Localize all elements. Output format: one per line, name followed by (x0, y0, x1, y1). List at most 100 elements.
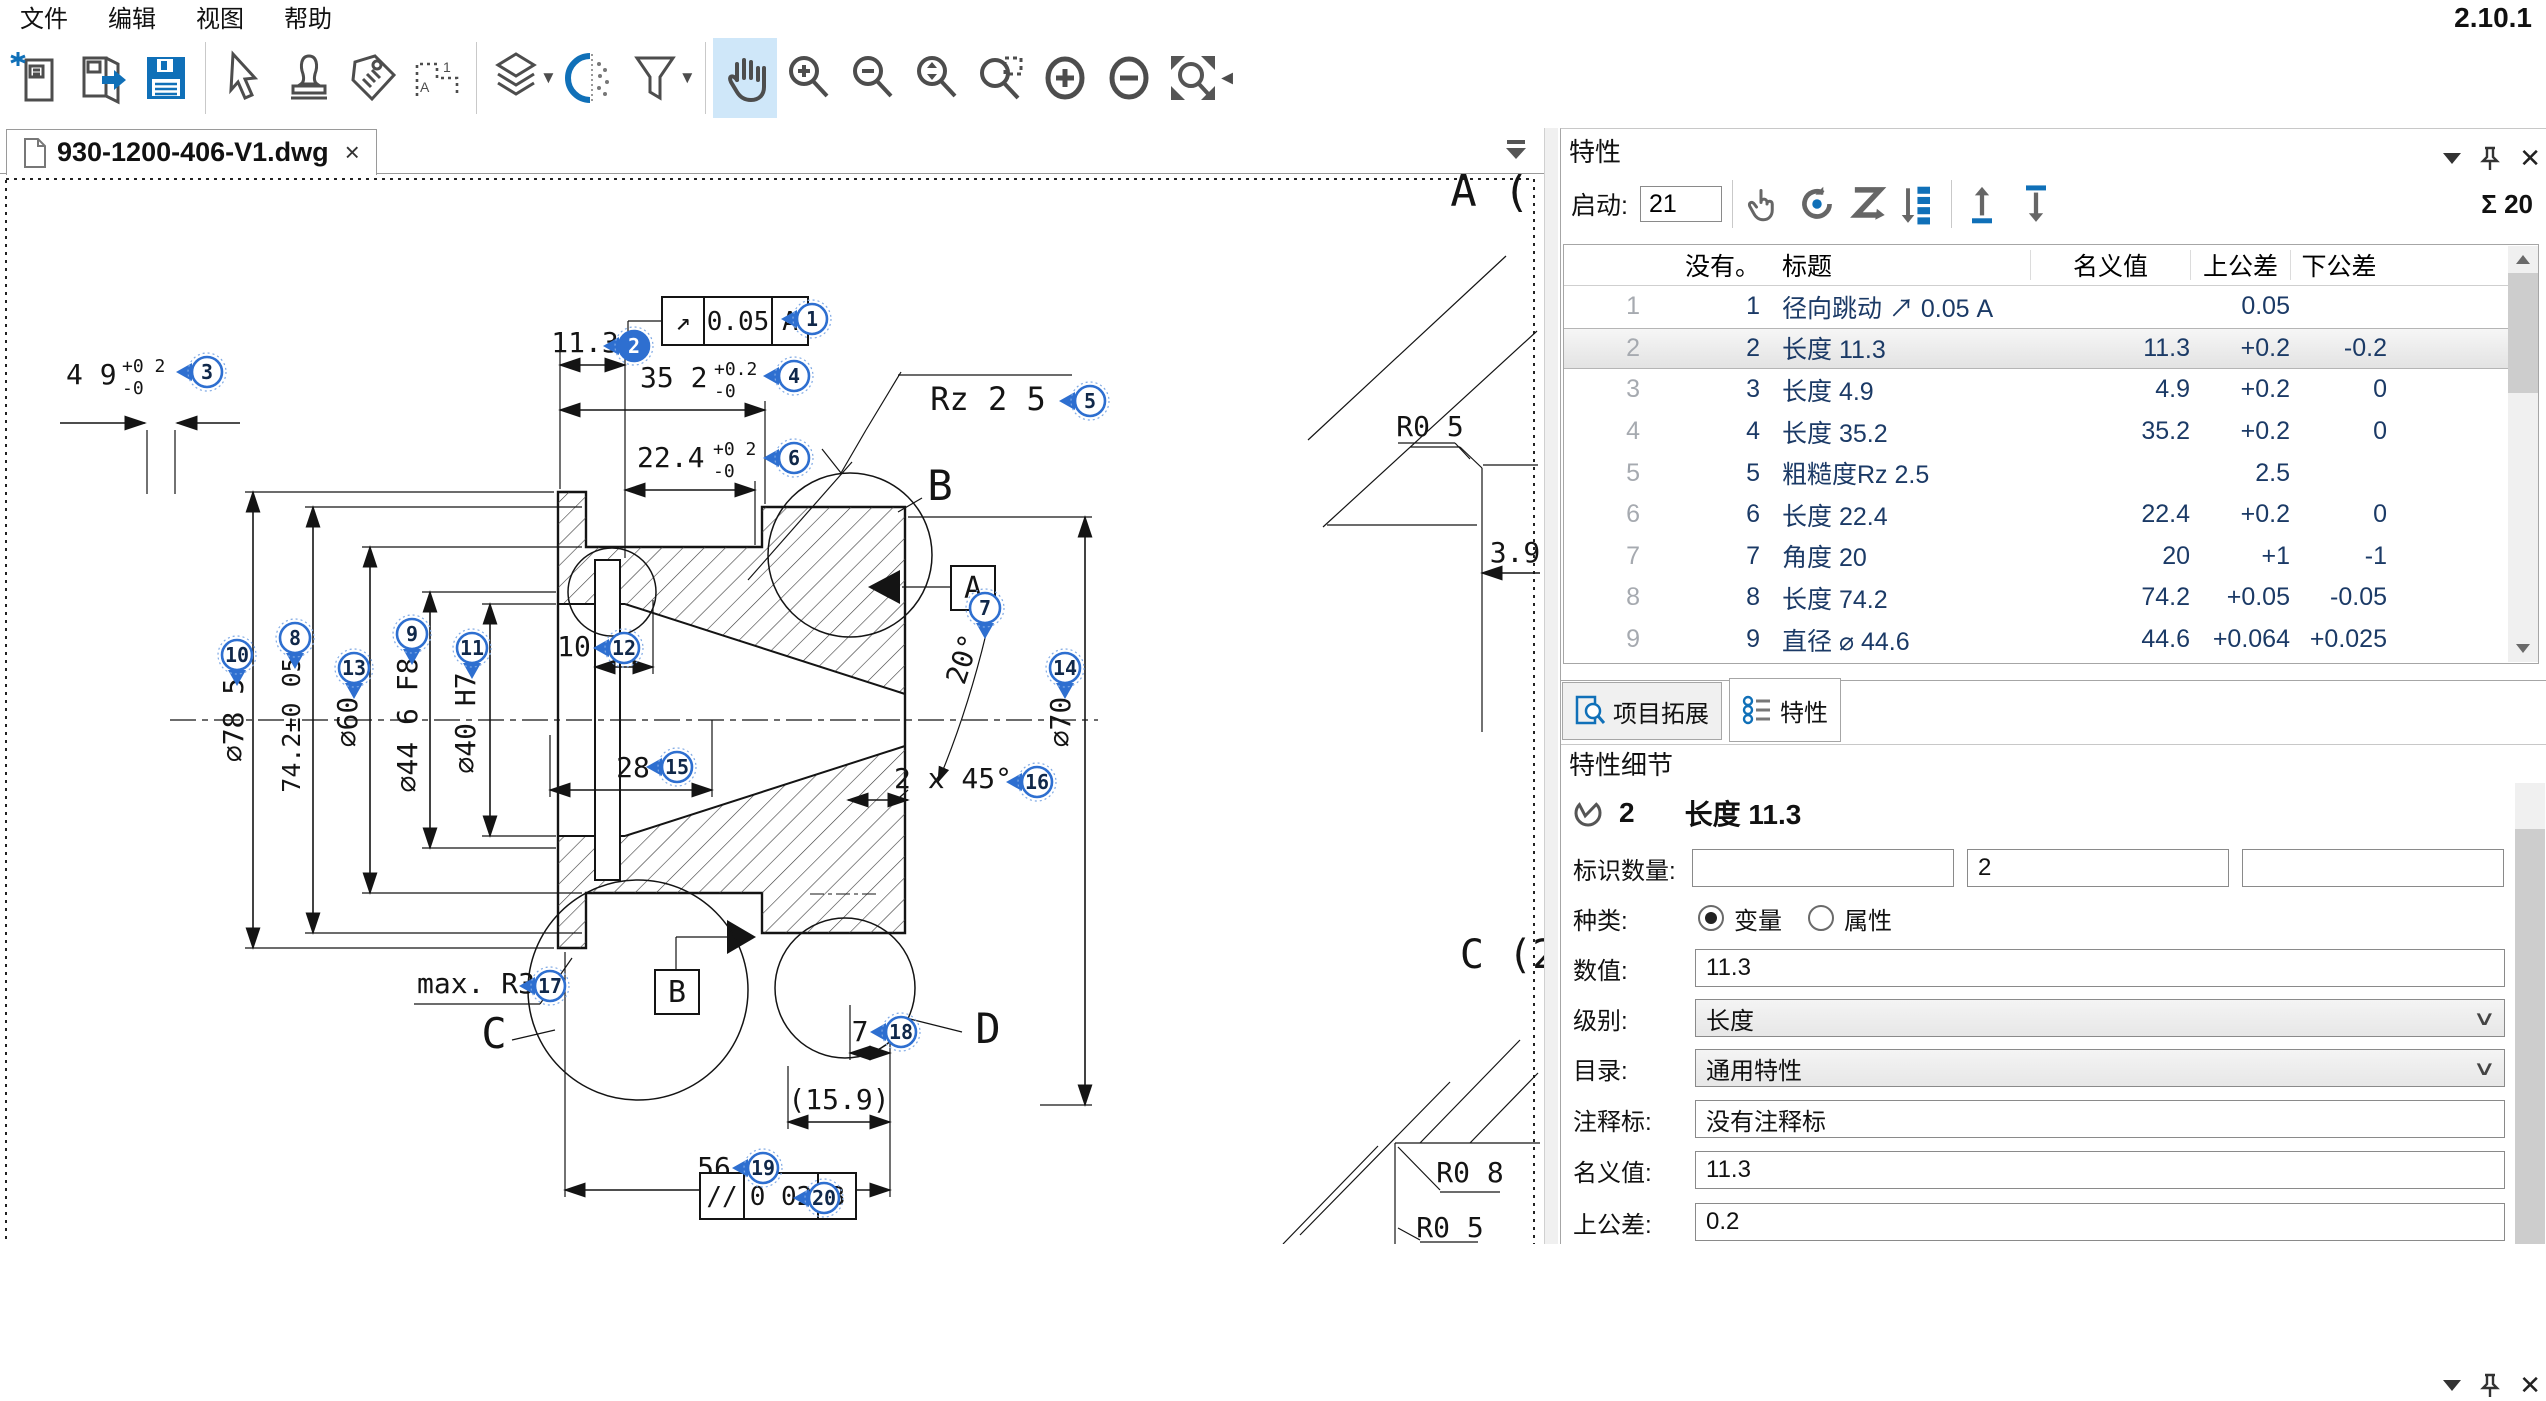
dimension-text[interactable]: C (2 (1460, 932, 1556, 978)
balloon-4[interactable]: 4 (763, 357, 813, 395)
scroll-up-icon[interactable] (2516, 255, 2530, 264)
fcf-text[interactable]: // (706, 1182, 737, 1212)
dimension-text[interactable]: C (481, 1009, 506, 1058)
menu-help[interactable]: 帮助 (284, 0, 332, 34)
dimension-text[interactable]: 74.2±0 05 (277, 657, 306, 792)
move-down-icon[interactable] (2016, 181, 2056, 227)
balloon-18[interactable]: 18 (870, 1013, 920, 1051)
balloon-3[interactable]: 3 (176, 353, 226, 391)
balloon-15[interactable]: 15 (646, 748, 696, 786)
dimension-text[interactable]: ⌀70 (1044, 697, 1077, 748)
dimension-text[interactable]: 3.9 (1490, 536, 1541, 569)
balloon-11[interactable]: 11 (453, 629, 491, 679)
zoom-in-tool-button[interactable] (777, 38, 841, 118)
tab-overflow-icon[interactable] (1503, 138, 1529, 167)
increase-size-button[interactable] (1033, 38, 1097, 118)
tab-characteristics[interactable]: 特性 (1729, 678, 1841, 742)
layers-tool-button[interactable] (484, 38, 548, 118)
panel-menu-icon[interactable] (2443, 1380, 2461, 1391)
filter-dropdown-arrow[interactable]: ▼ (679, 68, 696, 88)
dimension-text[interactable]: 22.4 (637, 441, 704, 474)
panel-close-icon[interactable]: ✕ (2519, 1370, 2541, 1401)
menu-file[interactable]: 文件 (20, 0, 68, 34)
sort-list-icon[interactable] (1897, 181, 1941, 227)
radio-attribute[interactable] (1808, 905, 1834, 931)
scrollbar-thumb[interactable] (2515, 829, 2545, 1244)
details-scrollbar[interactable] (2515, 783, 2545, 1244)
table-row[interactable]: 88长度 74.274.2+0.05-0.05 (1564, 577, 2538, 619)
pin-icon[interactable] (2479, 146, 2501, 172)
table-row[interactable]: 33长度 4.94.9+0.20 (1564, 369, 2538, 411)
table-row[interactable]: 66长度 22.422.4+0.20 (1564, 494, 2538, 536)
table-row[interactable]: 11径向跳动 ↗ 0.05 A0.05 (1564, 286, 2538, 328)
dimension-text[interactable]: 4 9 (66, 358, 117, 391)
balloon-13[interactable]: 13 (335, 649, 373, 699)
filter-tool-button[interactable] (623, 38, 687, 118)
dimension-text[interactable]: 28 (616, 751, 650, 784)
drawing-canvas[interactable]: 11.3Rz 2 5B102820°2 x 45°max. R3C7D(15.9… (0, 174, 1557, 1244)
dimension-text[interactable]: 10 (557, 630, 591, 663)
dimension-text[interactable]: D (975, 1004, 1000, 1053)
dimension-text[interactable]: R0 5 (1416, 1211, 1483, 1244)
save-button[interactable] (134, 38, 198, 118)
balloon-14[interactable]: 14 (1046, 649, 1084, 699)
dimension-text[interactable]: R0 5 (1396, 410, 1463, 443)
table-row[interactable]: 22长度 11.311.3+0.2-0.2 (1564, 328, 2538, 370)
dimension-text[interactable]: 20° (939, 630, 986, 688)
zoom-window-tool-button[interactable] (969, 38, 1033, 118)
dimension-text[interactable]: max. R3 (417, 967, 535, 1000)
radio-variable-label[interactable]: 变量 (1734, 901, 1782, 936)
balloon-9[interactable]: 9 (393, 615, 431, 665)
dimension-text[interactable]: Rz 2 5 (930, 380, 1046, 418)
col-header-no[interactable]: 没有。 (1650, 247, 1760, 283)
id-count-input-2[interactable]: 2 (1967, 849, 2229, 887)
balloon-6[interactable]: 6 (763, 439, 813, 477)
annotation-input[interactable]: 没有注释标 (1695, 1100, 2505, 1138)
capture-region-tool-button[interactable]: 1 A (405, 38, 469, 118)
zoom-dynamic-tool-button[interactable] (905, 38, 969, 118)
pick-hand-icon[interactable] (1743, 181, 1785, 227)
col-header-title[interactable]: 标题 (1780, 247, 2030, 283)
dimension-text[interactable]: 7 (852, 1015, 869, 1048)
radio-attribute-label[interactable]: 属性 (1844, 901, 1892, 936)
open-document-button[interactable] (70, 38, 134, 118)
panel-close-icon[interactable]: ✕ (2519, 143, 2541, 174)
zoom-out-tool-button[interactable] (841, 38, 905, 118)
nominal-input[interactable]: 11.3 (1695, 1151, 2505, 1189)
stamp-tool-button[interactable] (277, 38, 341, 118)
renumber-icon[interactable] (1795, 181, 1839, 227)
table-row[interactable]: 77角度 2020+1-1 (1564, 536, 2538, 578)
document-tab[interactable]: 930-1200-406-V1.dwg × (6, 129, 377, 175)
pane-splitter[interactable] (1544, 128, 1558, 1244)
dimension-text[interactable]: ⌀78 5 (217, 678, 250, 762)
layers-dropdown-arrow[interactable]: ▼ (540, 68, 557, 88)
decrease-size-button[interactable] (1097, 38, 1161, 118)
id-count-input-1[interactable] (1692, 849, 1954, 887)
select-tool-button[interactable] (213, 38, 277, 118)
tag-tool-button[interactable] (341, 38, 405, 118)
menu-view[interactable]: 视图 (196, 0, 244, 34)
fcf-text[interactable]: 0.05 (707, 307, 770, 337)
dimension-text[interactable]: ⌀60 (331, 697, 364, 748)
col-header-upper[interactable]: 上公差 (2190, 250, 2290, 280)
dimension-text[interactable]: (15.9) (788, 1083, 889, 1116)
start-number-input[interactable] (1640, 186, 1722, 222)
datum-letter[interactable]: B (668, 975, 686, 1010)
table-scrollbar[interactable] (2508, 246, 2538, 662)
table-row[interactable]: 44长度 35.235.2+0.20 (1564, 411, 2538, 453)
dimension-text[interactable]: A ( (1450, 174, 1529, 217)
upper-tolerance-input[interactable]: 0.2 (1695, 1203, 2505, 1241)
dimension-text[interactable]: 11.3 (551, 326, 618, 359)
dimension-text[interactable]: B (927, 461, 952, 510)
fcf-text[interactable]: ↗ (675, 307, 691, 337)
pin-icon[interactable] (2479, 1373, 2501, 1399)
value-input[interactable]: 11.3 (1695, 949, 2505, 987)
col-header-nominal[interactable]: 名义值 (2030, 250, 2190, 280)
toolbar-collapse-arrow[interactable]: ▼ (1215, 68, 1238, 88)
balloon-style-tool-button[interactable] (559, 38, 623, 118)
balloon-16[interactable]: 16 (1006, 763, 1056, 801)
table-row[interactable]: 55粗糙度Rz 2.52.5 (1564, 452, 2538, 494)
col-header-lower[interactable]: 下公差 (2290, 250, 2387, 280)
catalog-select[interactable]: 通用特性 ∨ (1695, 1049, 2505, 1087)
tab-project-explorer[interactable]: 项目拓展 (1562, 682, 1722, 740)
